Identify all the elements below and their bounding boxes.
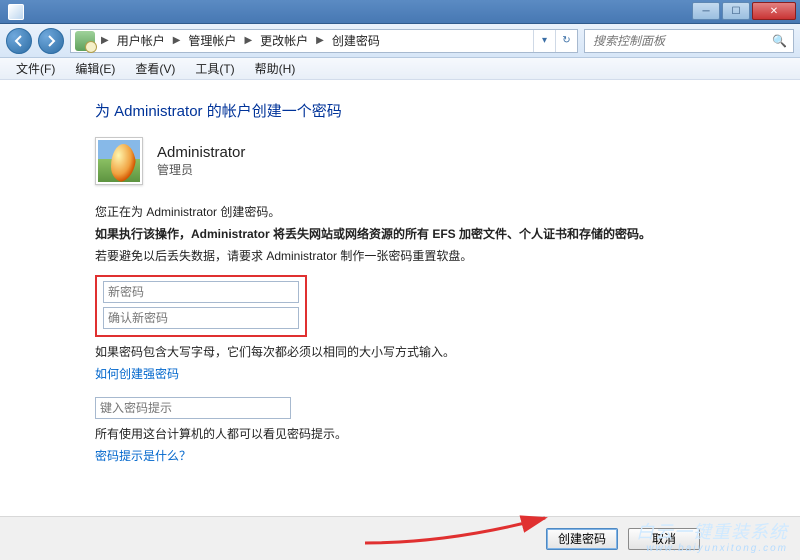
caps-note: 如果密码包含大写字母，它们每次都必须以相同的大小写方式输入。 <box>95 343 710 361</box>
user-summary: Administrator 管理员 <box>95 137 710 185</box>
maximize-button[interactable]: ☐ <box>722 2 750 20</box>
highlight-box <box>95 275 307 337</box>
minimize-button[interactable]: ─ <box>692 2 720 20</box>
back-button[interactable] <box>6 28 32 54</box>
address-dropdown[interactable]: ▾ <box>533 30 555 52</box>
link-strong-password[interactable]: 如何创建强密码 <box>95 367 179 381</box>
chevron-right-icon[interactable]: ▶ <box>242 35 254 46</box>
close-button[interactable]: ✕ <box>752 2 796 20</box>
chevron-right-icon[interactable]: ▶ <box>314 35 326 46</box>
forward-button[interactable] <box>38 28 64 54</box>
menu-view[interactable]: 查看(V) <box>127 58 183 79</box>
hint-visible-note: 所有使用这台计算机的人都可以看见密码提示。 <box>95 425 710 443</box>
search-input[interactable] <box>591 33 772 49</box>
crumb-change-account[interactable]: 更改帐户 <box>254 32 314 49</box>
password-hint-field[interactable] <box>95 397 291 419</box>
arrow-right-icon <box>45 35 57 47</box>
menu-edit[interactable]: 编辑(E) <box>67 58 123 79</box>
crumb-create-password[interactable]: 创建密码 <box>326 32 386 49</box>
bottom-bar: 创建密码 取消 <box>0 516 800 560</box>
content-area: 为 Administrator 的帐户创建一个密码 Administrator … <box>0 80 800 516</box>
menu-tools[interactable]: 工具(T) <box>187 58 242 79</box>
title-bar: ─ ☐ ✕ <box>0 0 800 24</box>
cancel-button[interactable]: 取消 <box>628 528 700 550</box>
new-password-field[interactable] <box>103 281 299 303</box>
user-role: 管理员 <box>157 161 245 178</box>
advice-note: 若要避免以后丢失数据，请要求 Administrator 制作一张密码重置软盘。 <box>95 247 710 265</box>
refresh-button[interactable]: ↻ <box>555 30 577 52</box>
user-name: Administrator <box>157 144 245 161</box>
avatar-image-icon <box>98 140 140 182</box>
link-what-is-hint[interactable]: 密码提示是什么？ <box>95 449 191 463</box>
system-icon <box>8 4 24 20</box>
crumb-user-accounts[interactable]: 用户帐户 <box>111 32 171 49</box>
crumb-manage-accounts[interactable]: 管理帐户 <box>182 32 242 49</box>
search-box[interactable]: 🔍 <box>584 29 794 53</box>
creating-note: 您正在为 Administrator 创建密码。 <box>95 203 710 221</box>
menu-file[interactable]: 文件(F) <box>8 58 63 79</box>
nav-bar: ▶ 用户帐户 ▶ 管理帐户 ▶ 更改帐户 ▶ 创建密码 ▾ ↻ 🔍 <box>0 24 800 58</box>
breadcrumb: ▶ 用户帐户 ▶ 管理帐户 ▶ 更改帐户 ▶ 创建密码 <box>99 32 533 49</box>
search-icon[interactable]: 🔍 <box>772 34 787 48</box>
create-password-button[interactable]: 创建密码 <box>546 528 618 550</box>
window-controls: ─ ☐ ✕ <box>692 0 800 23</box>
page-title: 为 Administrator 的帐户创建一个密码 <box>95 100 710 121</box>
confirm-password-field[interactable] <box>103 307 299 329</box>
chevron-right-icon[interactable]: ▶ <box>171 35 183 46</box>
arrow-left-icon <box>13 35 25 47</box>
warning-note: 如果执行该操作，Administrator 将丢失网站或网络资源的所有 EFS … <box>95 225 710 243</box>
menu-help[interactable]: 帮助(H) <box>247 58 304 79</box>
address-bar[interactable]: ▶ 用户帐户 ▶ 管理帐户 ▶ 更改帐户 ▶ 创建密码 ▾ ↻ <box>70 29 578 53</box>
chevron-right-icon[interactable]: ▶ <box>99 35 111 46</box>
menu-bar: 文件(F) 编辑(E) 查看(V) 工具(T) 帮助(H) <box>0 58 800 80</box>
avatar <box>95 137 143 185</box>
user-accounts-icon <box>75 31 95 51</box>
